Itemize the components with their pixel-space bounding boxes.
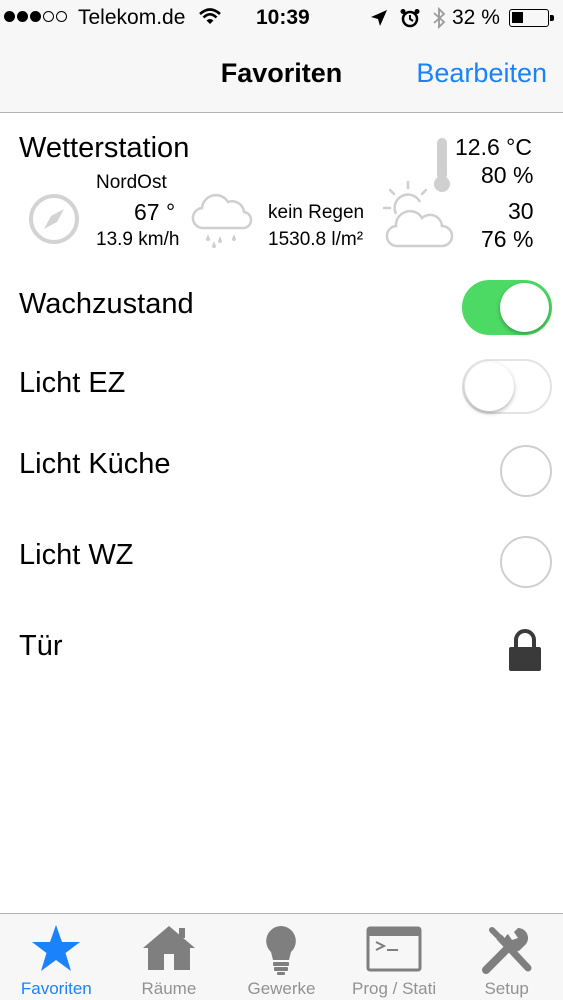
wind-speed: 13.9 km/h bbox=[96, 229, 180, 250]
lock-icon[interactable] bbox=[508, 628, 542, 677]
tab-label: Favoriten bbox=[20, 979, 92, 998]
rain-status: kein Regen bbox=[268, 202, 365, 223]
tab-label: Räume bbox=[141, 979, 197, 998]
bluetooth-icon bbox=[432, 6, 446, 35]
licht-ez-toggle[interactable] bbox=[462, 359, 552, 414]
tab-label: Prog / Stati bbox=[352, 979, 437, 998]
tab-label: Gewerke bbox=[247, 979, 316, 998]
row-licht-wz: Licht WZ bbox=[0, 517, 563, 597]
licht-wz-switch[interactable] bbox=[500, 536, 552, 588]
terminal-icon bbox=[366, 924, 422, 977]
alarm-clock-icon bbox=[400, 8, 420, 34]
wachzustand-toggle[interactable] bbox=[462, 280, 552, 335]
lightbulb-icon bbox=[264, 924, 298, 981]
row-wachzustand: Wachzustand bbox=[0, 266, 563, 346]
status-bar: Telekom.de 10:39 32 % bbox=[0, 0, 563, 40]
row-label: Licht EZ bbox=[19, 367, 126, 399]
battery-icon bbox=[509, 9, 554, 27]
wind-direction: NordOst bbox=[96, 172, 167, 193]
tab-prog-stati[interactable]: Prog / Stati bbox=[338, 914, 451, 1000]
weather-title: Wetterstation bbox=[19, 132, 190, 164]
tab-label: Setup bbox=[484, 979, 529, 998]
wind-degrees: 67 ° bbox=[134, 199, 176, 225]
signal-strength-icon bbox=[4, 11, 67, 22]
rain-amount: 1530.8 l/m² bbox=[268, 229, 364, 250]
tab-gewerke[interactable]: Gewerke bbox=[225, 914, 338, 1000]
tab-setup[interactable]: Setup bbox=[450, 914, 563, 1000]
partly-cloudy-icon bbox=[382, 180, 458, 257]
temperature: 12.6 °C bbox=[455, 134, 532, 160]
row-label: Wachzustand bbox=[19, 288, 194, 320]
row-licht-kueche: Licht Küche bbox=[0, 426, 563, 506]
house-icon bbox=[141, 924, 197, 977]
row-licht-ez: Licht EZ bbox=[0, 345, 563, 425]
top-bar: Telekom.de 10:39 32 % Favoriten Bearbeit… bbox=[0, 0, 563, 113]
carrier-name: Telekom.de bbox=[78, 6, 186, 29]
row-tuer: Tür bbox=[0, 608, 563, 688]
star-icon bbox=[31, 924, 81, 977]
row-label: Licht Küche bbox=[19, 448, 171, 480]
wifi-icon bbox=[198, 7, 222, 33]
location-arrow-icon bbox=[370, 9, 388, 33]
row-label: Tür bbox=[19, 630, 63, 662]
licht-kueche-switch[interactable] bbox=[500, 445, 552, 497]
tab-raeume[interactable]: Räume bbox=[113, 914, 226, 1000]
edit-button[interactable]: Bearbeiten bbox=[416, 58, 547, 89]
row-label: Licht WZ bbox=[19, 539, 134, 571]
tab-bar: Favoriten Räume Gewerke Prog / Stati Set… bbox=[0, 913, 563, 1000]
sunshine-value: 76 % bbox=[481, 226, 534, 252]
brightness-value: 30 bbox=[508, 198, 534, 224]
battery-percentage: 32 % bbox=[452, 6, 500, 29]
tools-icon bbox=[480, 924, 534, 983]
compass-icon bbox=[27, 192, 81, 251]
rain-cloud-icon bbox=[190, 190, 254, 255]
humidity: 80 % bbox=[481, 162, 534, 188]
clock-time: 10:39 bbox=[256, 6, 310, 29]
tab-favoriten[interactable]: Favoriten bbox=[0, 914, 113, 1000]
